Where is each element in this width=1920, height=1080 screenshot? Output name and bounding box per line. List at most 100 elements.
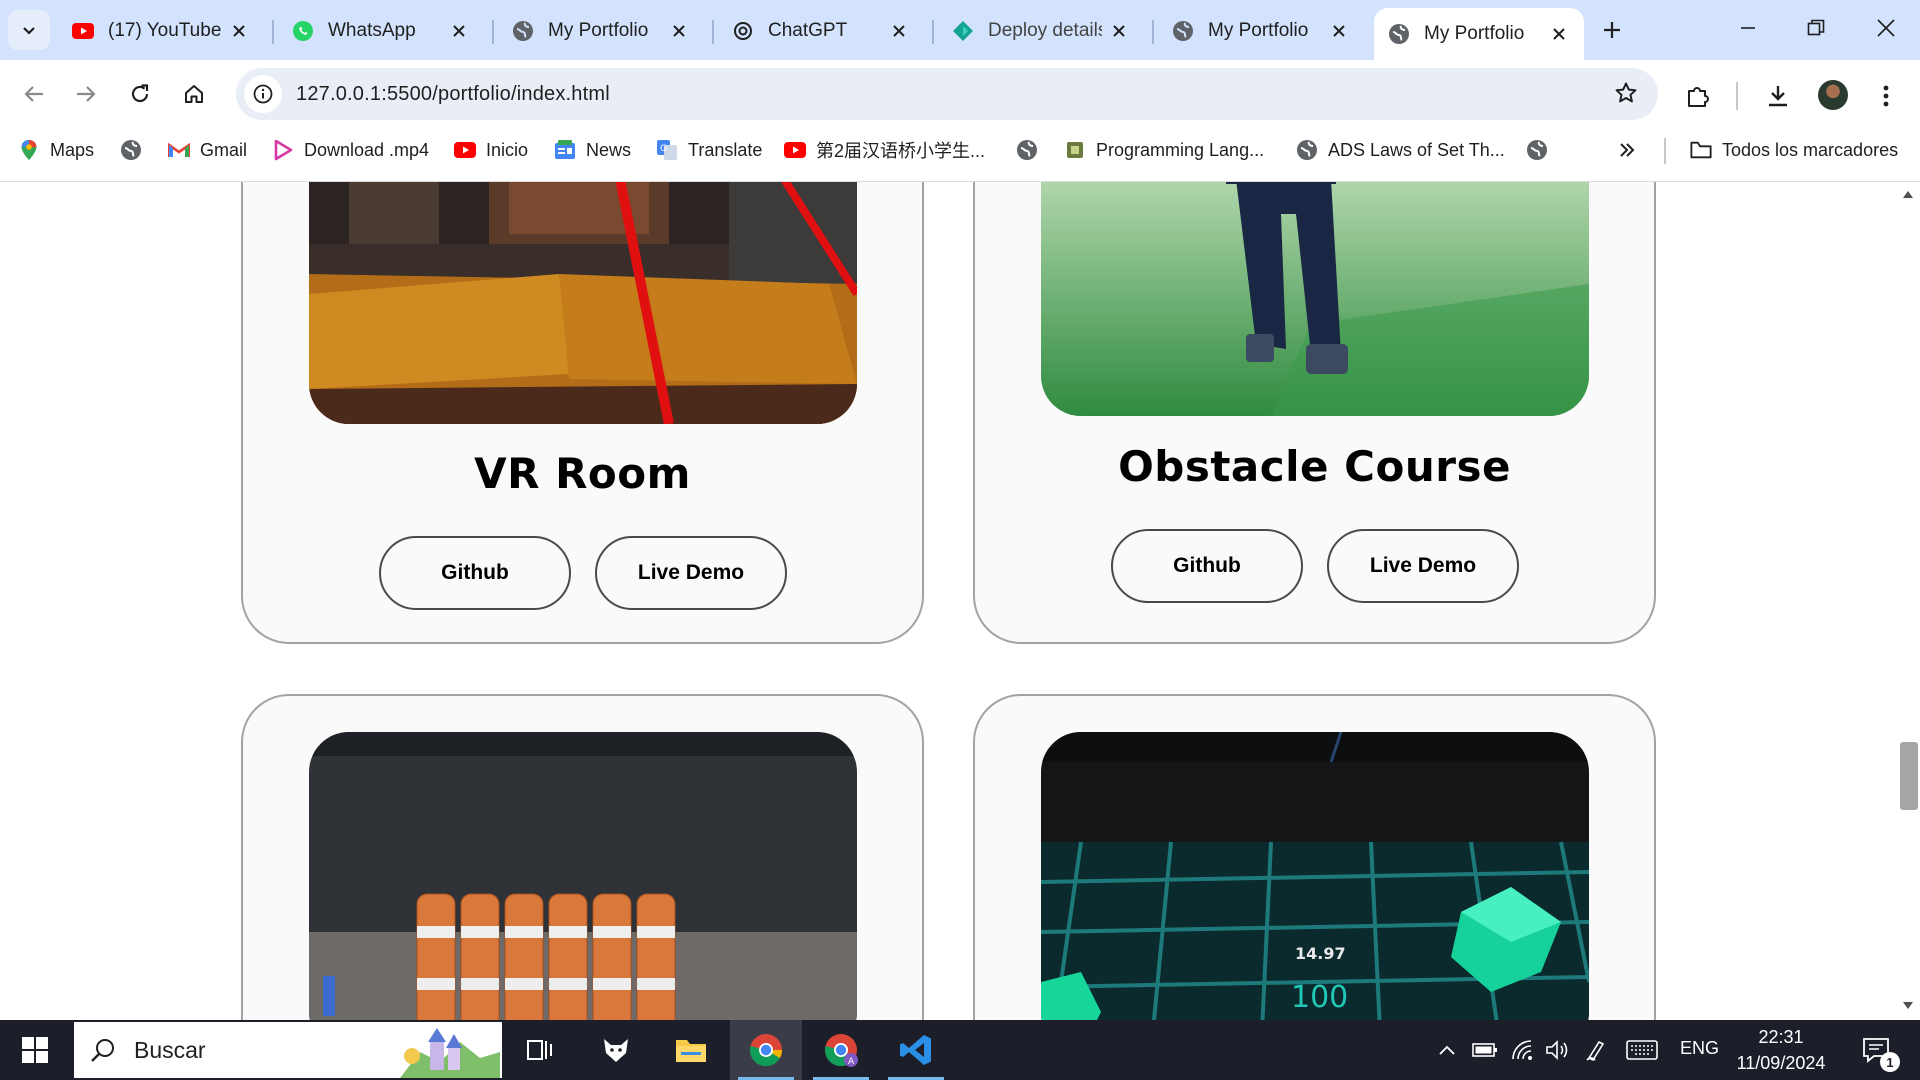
svg-text:A: A	[848, 1057, 855, 1067]
project-image-barrels	[309, 732, 857, 1020]
url-text[interactable]: 127.0.0.1:5500/portfolio/index.html	[296, 83, 610, 106]
tab-search-button[interactable]	[8, 10, 50, 50]
download-mp4-icon	[272, 139, 294, 161]
bookmarks-divider	[1664, 138, 1666, 164]
taskbar-search-box[interactable]: Buscar	[74, 1022, 502, 1078]
task-view-button[interactable]	[504, 1020, 576, 1080]
bookmark-label: Maps	[50, 139, 95, 160]
touch-keyboard-icon[interactable]	[1620, 1020, 1664, 1080]
scroll-up-arrow-icon[interactable]	[1902, 188, 1914, 200]
globe-icon	[512, 20, 534, 42]
chrome-menu-button[interactable]	[1864, 74, 1908, 118]
bookmark-label: Inicio	[486, 139, 529, 160]
bookmark-maps[interactable]: Maps	[18, 128, 94, 172]
globe-icon	[1388, 23, 1410, 45]
close-icon[interactable]	[1548, 23, 1570, 45]
bookmark-download-mp4[interactable]: Download .mp4	[272, 128, 429, 172]
project-image-vr-room	[309, 182, 857, 424]
taskbar-app-chrome[interactable]	[730, 1020, 802, 1080]
bookmark-inicio[interactable]: Inicio	[454, 128, 528, 172]
scroll-down-arrow-icon[interactable]	[1902, 1000, 1914, 1012]
github-button[interactable]: Github	[379, 536, 571, 610]
taskbar-app-file-explorer[interactable]	[655, 1020, 727, 1080]
bookmark-programming-lang[interactable]: Programming Lang...	[1064, 128, 1264, 172]
toolbar-divider	[1736, 82, 1738, 110]
tab-separator	[272, 20, 274, 44]
live-demo-button[interactable]: Live Demo	[595, 536, 787, 610]
battery-icon[interactable]	[1468, 1020, 1502, 1080]
taskbar-app-fox[interactable]	[580, 1020, 652, 1080]
close-window-button[interactable]	[1852, 0, 1920, 56]
close-icon[interactable]	[1328, 20, 1350, 42]
close-icon[interactable]	[668, 20, 690, 42]
close-icon[interactable]	[888, 20, 910, 42]
tab-title: My Portfolio	[1208, 20, 1309, 41]
bookmarks-bar: Maps Gmail Download .mp4 Inicio News G T…	[0, 128, 1920, 182]
tab-whatsapp[interactable]: WhatsApp	[278, 8, 484, 54]
home-icon	[185, 85, 203, 103]
bookmark-news[interactable]: News	[554, 128, 631, 172]
project-image-obstacle-course	[1041, 182, 1589, 416]
all-bookmarks-button[interactable]: Todos los marcadores	[1690, 128, 1898, 172]
address-bar[interactable]: 127.0.0.1:5500/portfolio/index.html	[236, 68, 1658, 120]
more-bookmarks-button[interactable]	[1618, 128, 1636, 172]
bookmark-globe[interactable]	[120, 128, 152, 172]
reload-icon	[131, 84, 149, 103]
bookmark-translate[interactable]: G Translate	[656, 128, 762, 172]
back-button[interactable]	[12, 72, 56, 116]
search-placeholder: Buscar	[134, 1036, 206, 1063]
scrollbar-thumb[interactable]	[1900, 742, 1918, 810]
tab-my-portfolio[interactable]: My Portfolio	[498, 8, 704, 54]
live-demo-button[interactable]: Live Demo	[1327, 529, 1519, 603]
start-button[interactable]	[0, 1020, 70, 1080]
taskbar-app-chrome-profile[interactable]: A	[805, 1020, 877, 1080]
reload-button[interactable]	[118, 72, 162, 116]
restore-button[interactable]	[1782, 0, 1850, 56]
bookmark-star-icon[interactable]	[1614, 81, 1638, 110]
page-viewport: VR Room Github Live Demo Obstacle Course…	[0, 182, 1896, 1020]
volume-icon[interactable]	[1540, 1020, 1574, 1080]
minimize-button[interactable]	[1714, 0, 1782, 56]
show-hidden-icons-button[interactable]	[1432, 1020, 1462, 1080]
taskbar-clock[interactable]: 22:31 11/09/2024	[1726, 1024, 1836, 1076]
windows-taskbar: Buscar A ENG 22:31 11/09/2024 1	[0, 1020, 1920, 1080]
bookmark-hanyuqiao[interactable]: 第2届汉语桥小学生...	[784, 128, 985, 172]
github-button[interactable]: Github	[1111, 529, 1303, 603]
bookmark-label: Programming Lang...	[1096, 139, 1265, 160]
tab-my-portfolio[interactable]: My Portfolio	[1158, 8, 1364, 54]
bookmark-label: Translate	[688, 139, 763, 160]
close-icon[interactable]	[1108, 20, 1130, 42]
tab-separator	[932, 20, 934, 44]
action-center-button[interactable]: 1	[1846, 1020, 1906, 1080]
input-language[interactable]: ENG	[1680, 1038, 1719, 1059]
home-button[interactable]	[172, 72, 216, 116]
globe-icon	[1526, 139, 1548, 161]
tab-chatgpt[interactable]: ChatGPT	[718, 8, 924, 54]
downloads-button[interactable]	[1756, 74, 1800, 118]
tab-my-portfolio-active[interactable]: My Portfolio	[1374, 8, 1584, 60]
bookmark-label: 第2届汉语桥小学生...	[816, 141, 986, 161]
bookmark-globe[interactable]	[1526, 128, 1558, 172]
wifi-icon[interactable]	[1506, 1020, 1540, 1080]
bookmark-label: News	[586, 139, 632, 160]
new-tab-button[interactable]	[1594, 12, 1630, 48]
extensions-button[interactable]	[1676, 74, 1720, 118]
profile-avatar[interactable]	[1818, 80, 1848, 110]
bookmark-globe[interactable]	[1016, 128, 1048, 172]
tab-title: ChatGPT	[768, 20, 848, 41]
taskbar-app-vscode[interactable]	[880, 1020, 952, 1080]
site-info-icon[interactable]	[244, 75, 282, 113]
close-icon[interactable]	[228, 20, 250, 42]
chrome-icon	[749, 1034, 783, 1067]
page-scrollbar[interactable]	[1896, 182, 1920, 1020]
clock-time: 22:31	[1758, 1027, 1804, 1047]
tab-deploy-details[interactable]: Deploy details	[938, 8, 1144, 54]
bookmark-gmail[interactable]: Gmail	[168, 128, 247, 172]
bookmark-ads-laws[interactable]: ADS Laws of Set Th...	[1296, 128, 1505, 172]
fox-app-icon	[604, 1039, 628, 1062]
youtube-icon	[72, 20, 94, 42]
pen-ink-icon[interactable]	[1580, 1020, 1614, 1080]
close-icon[interactable]	[448, 20, 470, 42]
forward-button[interactable]	[64, 72, 108, 116]
tab-youtube[interactable]: (17) YouTube	[58, 8, 264, 54]
